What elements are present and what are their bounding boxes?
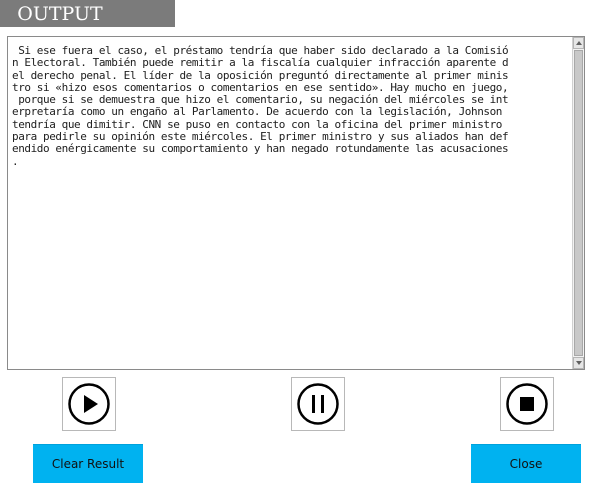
play-icon <box>68 383 110 425</box>
stop-icon <box>506 383 548 425</box>
output-title: OUTPUT <box>17 3 103 25</box>
scroll-up-arrow-icon[interactable] <box>573 37 584 49</box>
output-line: n Electoral. También puede remitir a la … <box>12 56 509 70</box>
output-line: porque si se demuestra que hizo el comen… <box>12 93 509 107</box>
output-line: para pedirle su opinión este miércoles. … <box>12 130 509 144</box>
vertical-scrollbar[interactable] <box>572 37 584 369</box>
output-line: tro si «hizo esos comentarios o comentar… <box>12 80 509 94</box>
output-line: erpretaría como un engaño al Parlamento.… <box>12 105 509 119</box>
output-line: Si ese fuera el caso, el préstamo tendrí… <box>12 44 509 57</box>
output-line: tendría que dimitir. CNN se puso en cont… <box>12 117 509 131</box>
output-line: endido enérgicamente su comportamiento y… <box>12 142 509 156</box>
pause-button[interactable] <box>291 377 345 431</box>
scroll-thumb[interactable] <box>574 50 583 356</box>
stop-button[interactable] <box>500 377 554 431</box>
output-title-bar: OUTPUT <box>0 0 175 27</box>
scroll-down-arrow-icon[interactable] <box>573 357 584 369</box>
pause-icon <box>297 383 339 425</box>
output-text-area[interactable]: Si ese fuera el caso, el préstamo tendrí… <box>7 36 585 370</box>
clear-result-button[interactable]: Clear Result <box>33 444 143 483</box>
output-line: el derecho penal. El líder de la oposici… <box>12 68 509 82</box>
play-button[interactable] <box>62 377 116 431</box>
output-text: Si ese fuera el caso, el préstamo tendrí… <box>12 44 572 168</box>
output-line: . <box>12 154 19 168</box>
close-button[interactable]: Close <box>471 444 581 483</box>
